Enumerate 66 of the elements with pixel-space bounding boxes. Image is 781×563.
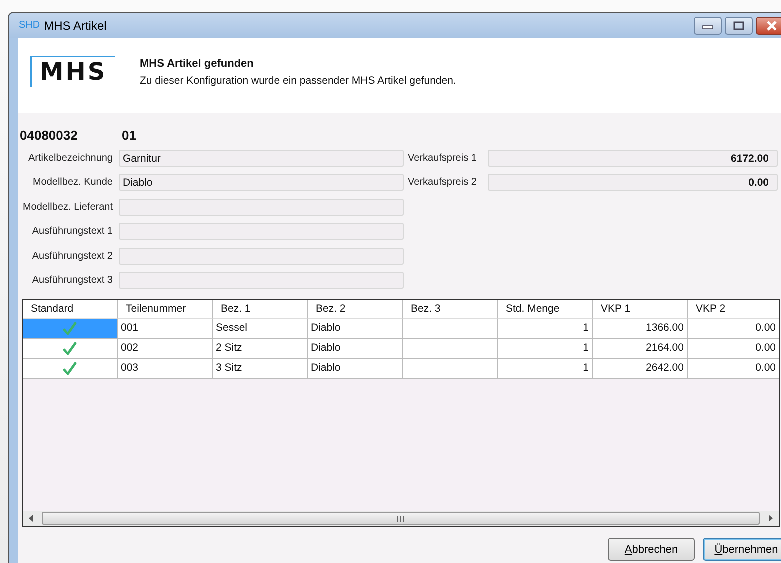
table-cell: 0.00 bbox=[688, 319, 779, 339]
checkbox-cell[interactable] bbox=[23, 359, 118, 379]
table-cell: 002 bbox=[118, 339, 213, 359]
text-field[interactable] bbox=[119, 272, 404, 290]
close-icon bbox=[766, 20, 778, 30]
column-header[interactable]: Std. Menge bbox=[498, 300, 593, 319]
checkbox-cell[interactable] bbox=[23, 339, 118, 359]
table-cell: 1 bbox=[498, 359, 593, 379]
grip-icon bbox=[397, 516, 405, 522]
checkbox-cell[interactable] bbox=[23, 319, 118, 339]
table-cell: Diablo bbox=[308, 339, 403, 359]
horizontal-scrollbar[interactable] bbox=[23, 511, 779, 526]
table-cell: Sessel bbox=[213, 319, 308, 339]
field-label: Modellbez. Lieferant bbox=[22, 202, 114, 213]
price-field[interactable]: 0.00 bbox=[488, 174, 778, 192]
column-header[interactable]: Bez. 1 bbox=[213, 300, 308, 319]
price-field[interactable]: 6172.00 bbox=[488, 150, 778, 167]
header-message: Zu dieser Konfiguration wurde ein passender MHS Artikel gefunden. bbox=[140, 75, 456, 87]
field-label: Ausführungstext 2 bbox=[31, 250, 114, 262]
table-cell: 0.00 bbox=[688, 359, 779, 379]
table-cell: 2642.00 bbox=[593, 359, 688, 379]
article-variant: 01 bbox=[122, 128, 136, 143]
maximize-icon bbox=[733, 20, 745, 30]
table-cell: 0.00 bbox=[688, 339, 779, 359]
dialog-button[interactable]: Abbrechen bbox=[608, 538, 695, 561]
column-header[interactable]: Standard bbox=[23, 300, 118, 319]
column-header[interactable]: Bez. 2 bbox=[308, 300, 403, 319]
price-label: Verkaufspreis 1 bbox=[408, 152, 478, 164]
table-cell: Diablo bbox=[308, 319, 403, 339]
text-field[interactable]: Diablo bbox=[119, 174, 404, 192]
check-icon bbox=[63, 362, 77, 376]
table-cell: 003 bbox=[118, 359, 213, 379]
header-title: MHS Artikel gefunden bbox=[140, 58, 255, 70]
column-header[interactable]: Bez. 3 bbox=[403, 300, 498, 319]
maximize-button[interactable] bbox=[725, 16, 753, 34]
scroll-left-icon[interactable] bbox=[27, 514, 36, 523]
table-cell: 3 Sitz bbox=[213, 359, 308, 379]
field-label: Artikelbezeichnung bbox=[28, 152, 114, 164]
field-label: Modellbez. Kunde bbox=[32, 177, 114, 188]
text-field[interactable] bbox=[119, 248, 404, 265]
table-cell: 2164.00 bbox=[593, 339, 688, 359]
scroll-thumb[interactable] bbox=[42, 512, 760, 525]
table-cell: Diablo bbox=[308, 359, 403, 379]
article-number: 04080032 bbox=[20, 128, 79, 143]
dialog-button[interactable]: Übernehmen bbox=[703, 538, 781, 561]
text-field[interactable] bbox=[119, 198, 404, 216]
column-header[interactable]: VKP 1 bbox=[593, 300, 688, 319]
table-cell: 2 Sitz bbox=[213, 339, 308, 359]
check-icon bbox=[63, 322, 77, 336]
table-cell: 001 bbox=[118, 319, 213, 339]
table-cell: 1 bbox=[498, 319, 593, 339]
check-icon bbox=[63, 342, 77, 356]
scroll-right-icon[interactable] bbox=[766, 514, 775, 523]
field-label: Ausführungstext 1 bbox=[31, 226, 114, 238]
app-tag: SHD bbox=[19, 20, 40, 31]
close-button[interactable] bbox=[756, 16, 781, 34]
price-label: Verkaufspreis 2 bbox=[408, 177, 478, 188]
column-header[interactable]: Teilenummer bbox=[118, 300, 213, 319]
window-title: MHS Artikel bbox=[44, 18, 107, 32]
minimize-button[interactable] bbox=[694, 16, 722, 34]
table-cell: 1366.00 bbox=[593, 319, 688, 339]
field-label: Ausführungstext 3 bbox=[31, 275, 114, 286]
table-cell: 1 bbox=[498, 339, 593, 359]
text-field[interactable]: Garnitur bbox=[119, 150, 404, 167]
logo: MHS bbox=[30, 56, 115, 87]
text-field[interactable] bbox=[119, 223, 404, 240]
